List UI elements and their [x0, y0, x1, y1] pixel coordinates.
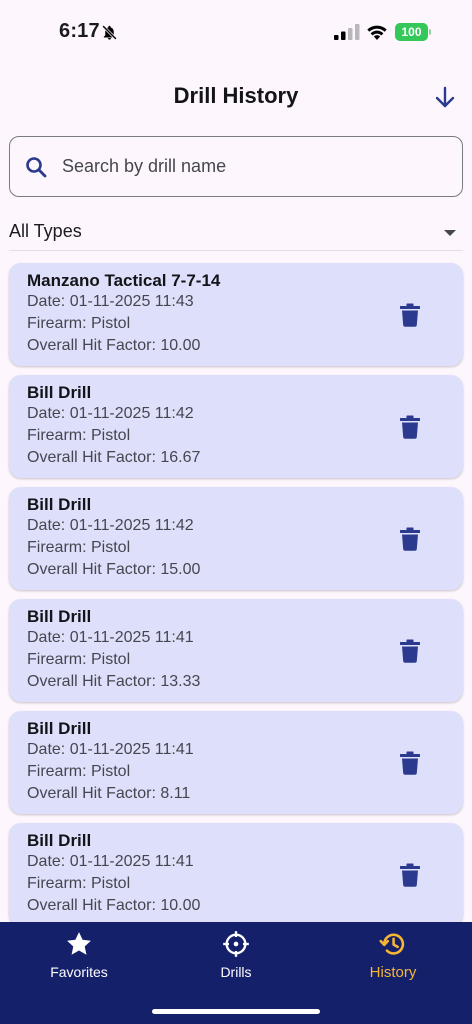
drill-date: Date: 01-11-2025 11:41	[27, 853, 194, 870]
drill-date: Date: 01-11-2025 11:42	[27, 405, 194, 422]
drill-hit-factor: Overall Hit Factor: 8.11	[27, 785, 191, 802]
drill-date: Date: 01-11-2025 11:43	[27, 293, 194, 310]
search-box[interactable]	[9, 136, 463, 197]
trash-icon[interactable]	[399, 751, 421, 775]
drill-hit-factor: Overall Hit Factor: 13.33	[27, 673, 201, 690]
star-icon	[67, 932, 91, 955]
dropdown-caret-icon	[444, 229, 456, 236]
search-icon	[26, 156, 47, 177]
drill-name: Bill Drill	[27, 831, 92, 850]
wifi-icon	[367, 25, 387, 40]
type-filter-dropdown[interactable]: All Types	[9, 215, 463, 251]
drill-card[interactable]: Manzano Tactical 7-7-14 Date: 01-11-2025…	[9, 263, 463, 366]
drill-hit-factor: Overall Hit Factor: 16.67	[27, 449, 201, 466]
trash-icon[interactable]	[399, 527, 421, 551]
drill-hit-factor: Overall Hit Factor: 10.00	[27, 337, 201, 354]
nav-label-favorites: Favorites	[50, 964, 108, 980]
drill-card[interactable]: Bill Drill Date: 01-11-2025 11:42 Firear…	[9, 487, 463, 590]
drill-firearm: Firearm: Pistol	[27, 539, 131, 556]
status-time: 6:17	[59, 20, 100, 42]
drill-name: Manzano Tactical 7-7-14	[27, 271, 221, 290]
trash-icon[interactable]	[399, 303, 421, 327]
battery-cap	[429, 29, 431, 35]
nav-item-favorites[interactable]: Favorites	[0, 930, 158, 980]
drill-card[interactable]: Bill Drill Date: 01-11-2025 11:41 Firear…	[9, 823, 463, 926]
nav-label-drills: Drills	[220, 964, 252, 980]
search-input[interactable]	[62, 156, 422, 177]
drill-card[interactable]: Bill Drill Date: 01-11-2025 11:41 Firear…	[9, 599, 463, 702]
drill-date: Date: 01-11-2025 11:41	[27, 741, 194, 758]
trash-icon[interactable]	[399, 639, 421, 663]
drill-name: Bill Drill	[27, 607, 92, 626]
drill-hit-factor: Overall Hit Factor: 15.00	[27, 561, 201, 578]
drill-date: Date: 01-11-2025 11:41	[27, 629, 194, 646]
drill-firearm: Firearm: Pistol	[27, 315, 131, 332]
history-icon	[379, 933, 405, 955]
drill-card[interactable]: Bill Drill Date: 01-11-2025 11:42 Firear…	[9, 375, 463, 478]
status-bar: 6:17 100	[0, 0, 472, 60]
drill-firearm: Firearm: Pistol	[27, 763, 131, 780]
home-indicator	[152, 1009, 320, 1014]
drill-hit-factor: Overall Hit Factor: 10.00	[27, 897, 201, 914]
trash-icon[interactable]	[399, 415, 421, 439]
drill-card[interactable]: Bill Drill Date: 01-11-2025 11:41 Firear…	[9, 711, 463, 814]
nav-item-drills[interactable]: Drills	[157, 930, 315, 980]
page-title: Drill History	[173, 83, 299, 108]
trash-icon[interactable]	[399, 863, 421, 887]
type-filter-value: All Types	[9, 221, 82, 241]
drill-name: Bill Drill	[27, 719, 92, 738]
sort-down-arrow-icon[interactable]	[431, 84, 459, 112]
drill-date: Date: 01-11-2025 11:42	[27, 517, 194, 534]
nav-item-history[interactable]: History	[314, 930, 472, 981]
drill-firearm: Firearm: Pistol	[27, 651, 131, 668]
bell-muted-icon	[102, 25, 117, 40]
drill-list: Manzano Tactical 7-7-14 Date: 01-11-2025…	[9, 263, 463, 935]
drill-firearm: Firearm: Pistol	[27, 875, 131, 892]
drill-name: Bill Drill	[27, 495, 92, 514]
battery-indicator: 100	[395, 23, 431, 41]
nav-label-history: History	[369, 964, 417, 981]
drill-name: Bill Drill	[27, 383, 92, 402]
drill-firearm: Firearm: Pistol	[27, 427, 131, 444]
crosshair-icon	[223, 931, 249, 957]
cellular-signal-icon	[334, 24, 360, 40]
battery-level: 100	[395, 23, 428, 41]
